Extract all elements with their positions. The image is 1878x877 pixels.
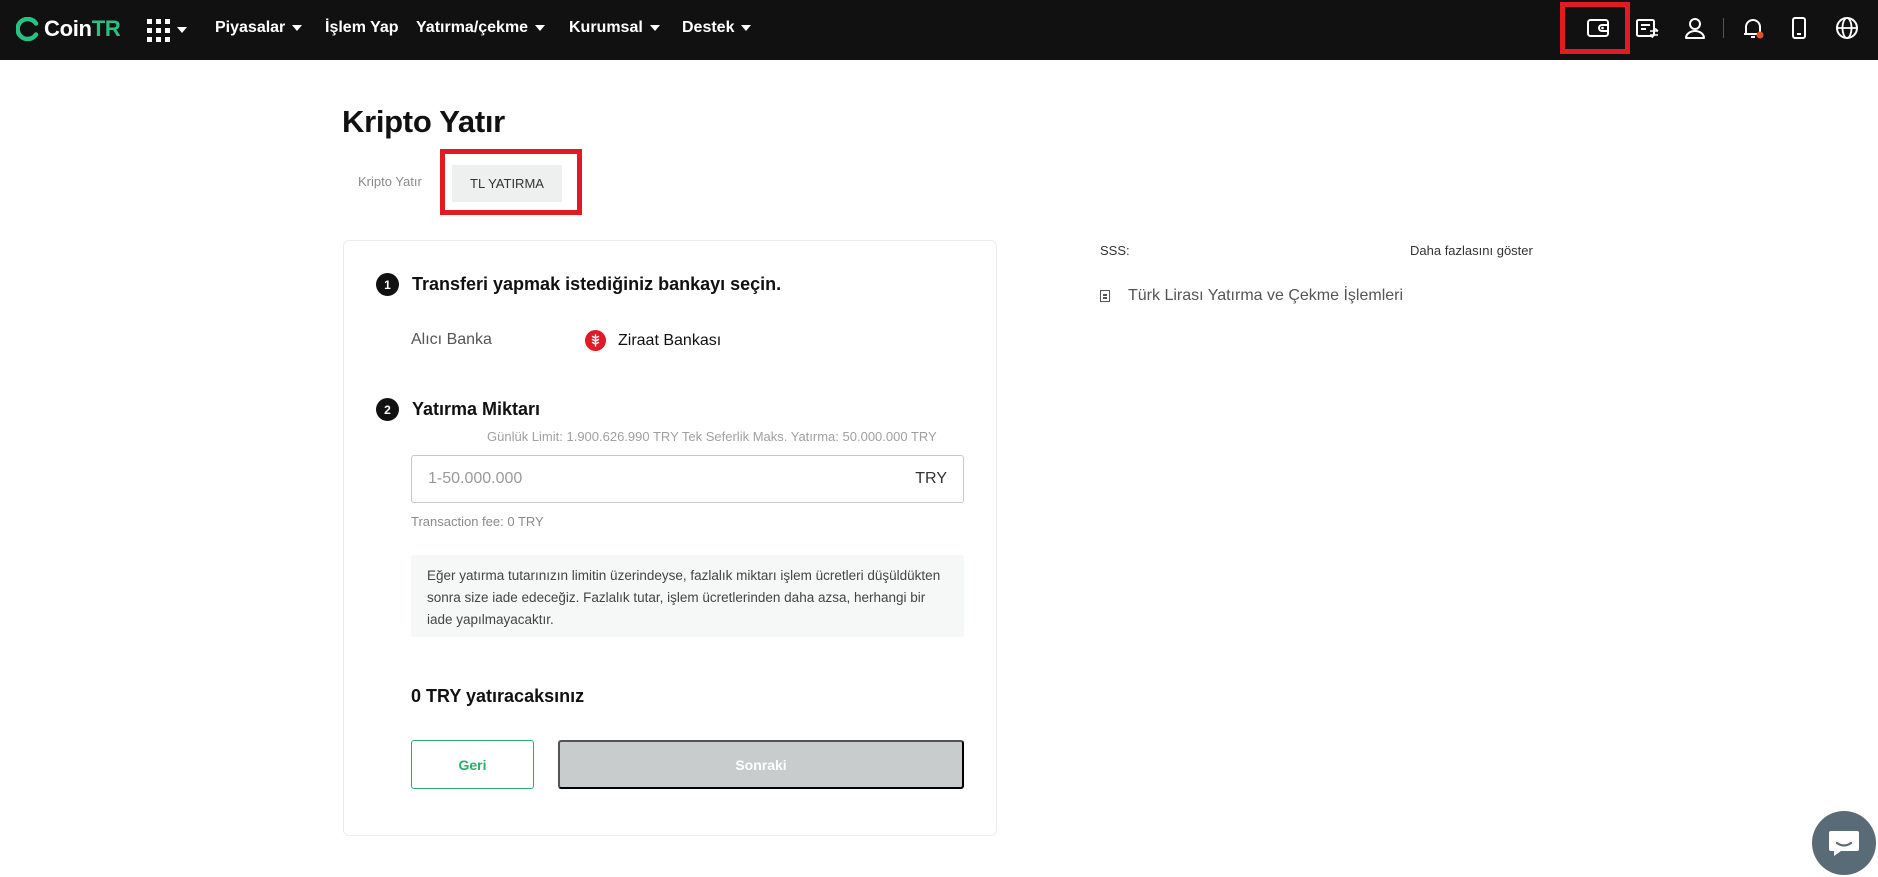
step1-title: 1 Transferi yapmak istediğiniz bankayı s…	[376, 273, 781, 296]
step-number-badge: 2	[376, 398, 399, 421]
user-icon[interactable]	[1680, 13, 1710, 43]
nav-item-yatirma-cekme[interactable]: Yatırma/çekme	[416, 0, 546, 56]
chevron-down-icon	[292, 25, 303, 31]
amount-input[interactable]	[412, 456, 916, 502]
page-title: Kripto Yatır	[342, 104, 505, 139]
step-title-text: Transferi yapmak istediğiniz bankayı seç…	[412, 274, 782, 294]
faq-item[interactable]: Türk Lirası Yatırma ve Çekme İşlemleri	[1100, 287, 1403, 305]
nav-item-islem-yap[interactable]: İşlem Yap	[325, 0, 399, 56]
globe-icon[interactable]	[1832, 13, 1862, 43]
nav-item-piyasalar[interactable]: Piyasalar	[215, 0, 303, 56]
header-divider	[1723, 18, 1724, 38]
step-title-text: Yatırma Miktarı	[412, 399, 541, 419]
orders-icon[interactable]	[1632, 13, 1662, 43]
nav-label: Yatırma/çekme	[416, 19, 529, 36]
chat-support-button[interactable]	[1812, 811, 1876, 875]
refund-note: Eğer yatırma tutarınızın limitin üzerind…	[411, 555, 964, 637]
tab-label: TL YATIRMA	[470, 176, 544, 191]
deposit-limit-text: Günlük Limit: 1.900.626.990 TRY Tek Sefe…	[487, 429, 937, 444]
chevron-down-icon	[741, 25, 752, 31]
step2-title: 2 Yatırma Miktarı	[376, 398, 540, 421]
nav-label: Kurumsal	[569, 19, 643, 36]
chevron-down-icon	[649, 25, 660, 31]
chevron-down-icon	[535, 25, 546, 31]
logo-mark-icon	[16, 17, 39, 41]
nav-label: Destek	[682, 19, 735, 36]
receiver-bank-label: Alıcı Banka	[411, 331, 492, 348]
ziraat-bank-logo-icon	[585, 330, 606, 351]
nav-item-destek[interactable]: Destek	[682, 0, 752, 56]
tab-kripto-yatir[interactable]: Kripto Yatır	[358, 174, 422, 189]
transaction-fee-text: Transaction fee: 0 TRY	[411, 514, 544, 529]
nav-item-kurumsal[interactable]: Kurumsal	[569, 0, 660, 56]
back-button[interactable]: Geri	[411, 740, 534, 789]
top-navigation-bar: CoinTR Piyasalar İşlem Yap Yatırma/çekme…	[0, 0, 1878, 60]
nav-label: İşlem Yap	[325, 19, 399, 36]
deposit-summary: 0 TRY yatıracaksınız	[411, 686, 585, 706]
mobile-icon[interactable]	[1784, 13, 1814, 43]
bell-icon[interactable]	[1738, 13, 1768, 43]
coin-tr-logo[interactable]: CoinTR	[16, 14, 121, 44]
step-number-badge: 1	[376, 273, 399, 296]
chevron-down-icon	[177, 27, 187, 33]
apps-menu-button[interactable]	[147, 16, 189, 44]
next-button[interactable]: Sonraki	[558, 740, 964, 789]
bank-selector[interactable]: Ziraat Bankası	[585, 330, 721, 351]
currency-label: TRY	[915, 470, 947, 487]
chat-bubble-icon	[1829, 831, 1859, 856]
apps-grid-icon	[147, 18, 170, 42]
bank-name: Ziraat Bankası	[618, 331, 722, 349]
faq-item-text: Türk Lirası Yatırma ve Çekme İşlemleri	[1128, 287, 1404, 304]
logo-text: CoinTR	[44, 16, 121, 41]
show-more-link[interactable]: Daha fazlasını göster	[1410, 243, 1533, 258]
amount-field: TRY	[411, 455, 964, 503]
wallet-icon[interactable]	[1583, 13, 1613, 43]
tab-tl-yatirma[interactable]: TL YATIRMA	[452, 165, 562, 202]
faq-label: SSS:	[1100, 243, 1130, 258]
nav-label: Piyasalar	[215, 19, 286, 36]
document-icon	[1100, 290, 1110, 302]
